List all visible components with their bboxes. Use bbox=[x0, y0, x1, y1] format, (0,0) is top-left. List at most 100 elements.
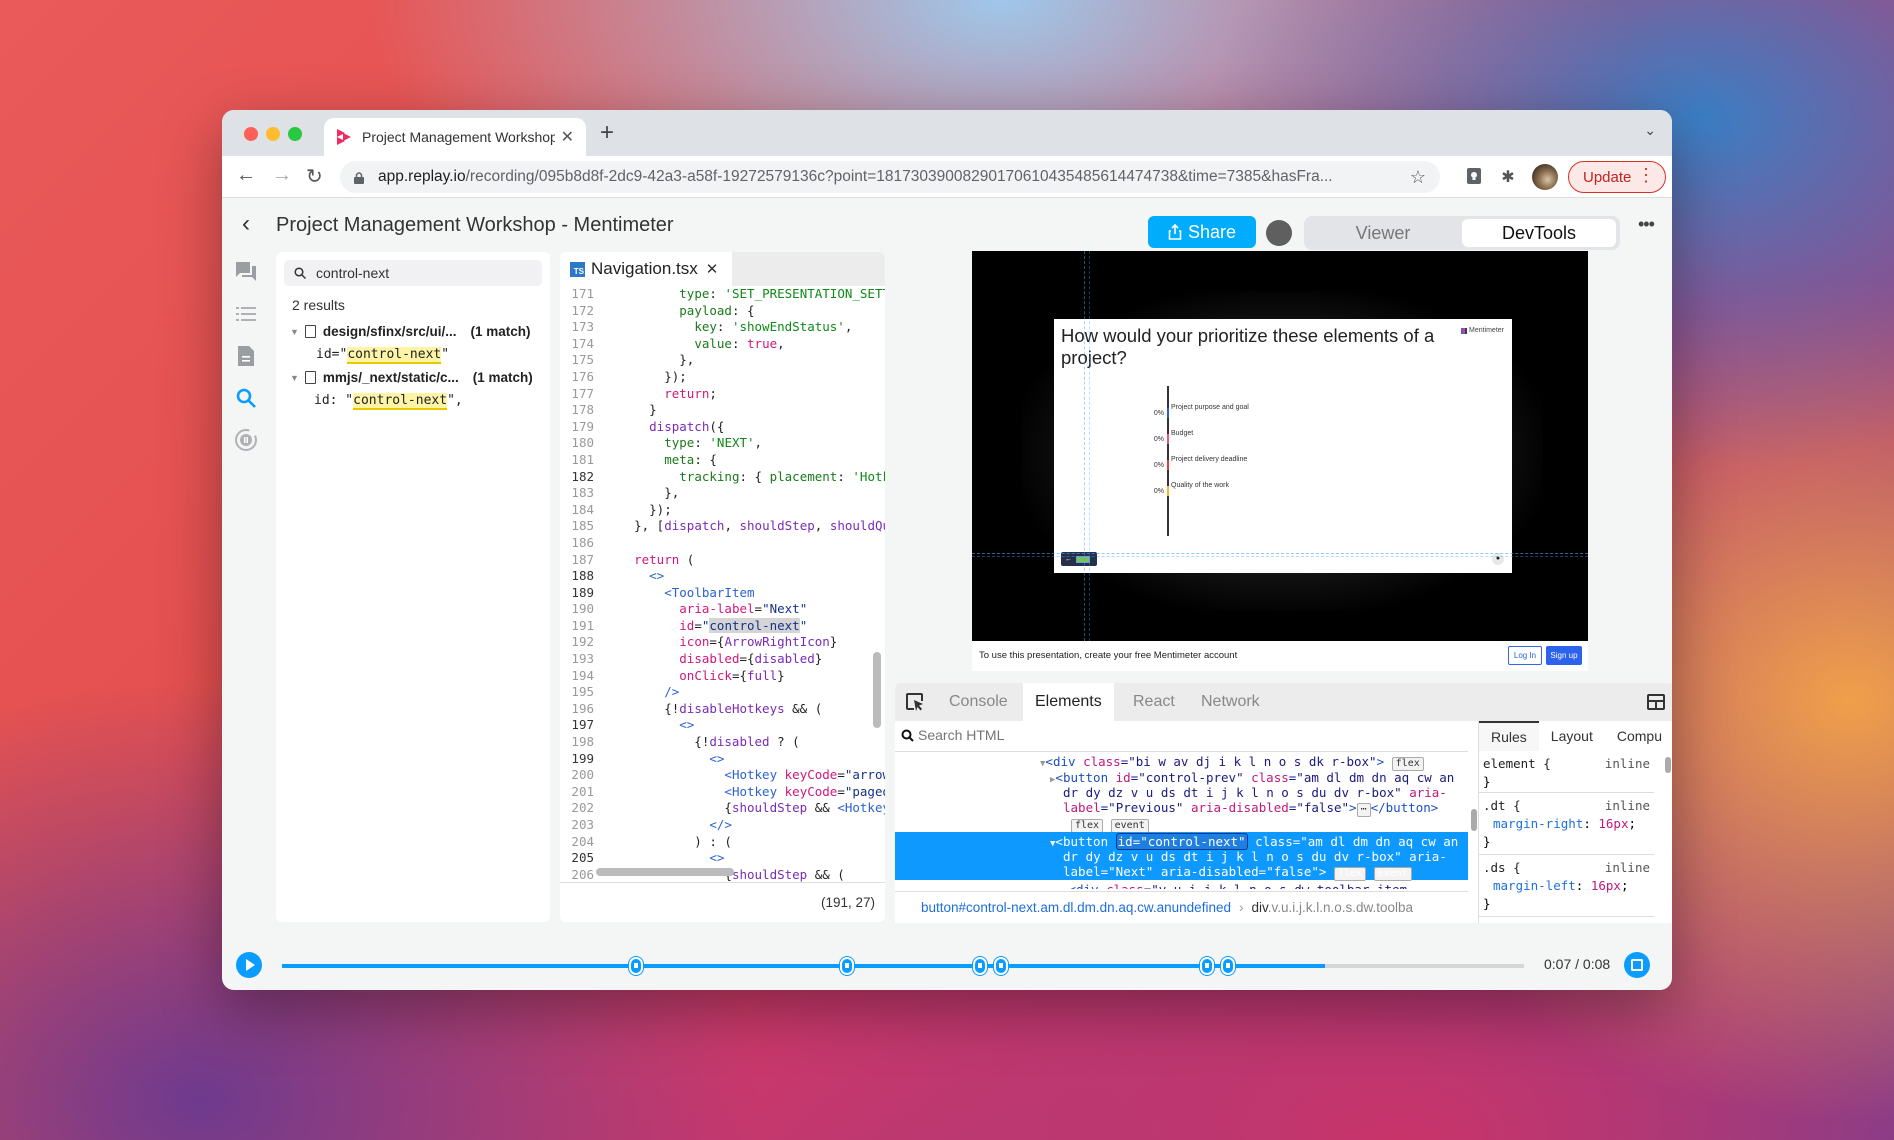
forward-arrow-icon[interactable]: → bbox=[272, 164, 292, 187]
tab-rules[interactable]: Rules bbox=[1479, 721, 1539, 751]
close-window-button[interactable] bbox=[244, 127, 258, 141]
events-list-icon[interactable] bbox=[234, 302, 260, 328]
code-line[interactable]: 174 value: true, bbox=[560, 336, 885, 353]
more-options-icon[interactable]: ••• bbox=[1638, 214, 1655, 235]
expand-triangle-icon[interactable]: ▼ bbox=[290, 327, 299, 337]
new-tab-button[interactable]: + bbox=[600, 119, 614, 147]
selected-dom-node[interactable]: ▼<button id="control-next" class="am dl … bbox=[895, 832, 1468, 881]
code-line[interactable]: 173 key: 'showEndStatus', bbox=[560, 319, 885, 336]
code-line[interactable]: 201 <Hotkey keyCode="pagedow bbox=[560, 784, 885, 801]
browser-tab[interactable]: Project Management Workshop - Mentimeter… bbox=[324, 118, 586, 156]
code-line[interactable]: 189 <ToolbarItem bbox=[560, 585, 885, 602]
code-line[interactable]: 188 <> bbox=[560, 568, 885, 585]
expand-triangle-icon[interactable]: ▼ bbox=[290, 373, 299, 383]
editor-tab[interactable]: TS Navigation.tsx ✕ bbox=[560, 252, 732, 286]
code-line[interactable]: 204 ) : ( bbox=[560, 834, 885, 851]
code-line[interactable]: 198 {!disabled ? ( bbox=[560, 734, 885, 751]
code-line[interactable]: 181 meta: { bbox=[560, 452, 885, 469]
code-line[interactable]: 200 <Hotkey keyCode="arrowri bbox=[560, 767, 885, 784]
user-avatar[interactable] bbox=[1266, 220, 1292, 246]
line-number[interactable]: 202 bbox=[566, 800, 594, 817]
extension-icon[interactable] bbox=[1464, 167, 1484, 187]
code-line[interactable]: 202 {shouldStep && <Hotkey k bbox=[560, 800, 885, 817]
devtools-mode-button[interactable]: DevTools bbox=[1462, 219, 1616, 247]
line-number[interactable]: 204 bbox=[566, 834, 594, 851]
line-number[interactable]: 181 bbox=[566, 452, 594, 469]
line-number[interactable]: 185 bbox=[566, 518, 594, 535]
result-file-item[interactable]: ▼ design/sfinx/src/ui/... (1 match) bbox=[290, 324, 530, 339]
line-number[interactable]: 197 bbox=[566, 717, 594, 734]
tab-search-chevron-icon[interactable]: ⌄ bbox=[1644, 122, 1656, 139]
line-number[interactable]: 182 bbox=[566, 469, 594, 486]
result-match-line[interactable]: id: "control-next", bbox=[314, 393, 463, 410]
line-number[interactable]: 179 bbox=[566, 419, 594, 436]
share-button[interactable]: Share bbox=[1148, 216, 1256, 248]
code-line[interactable]: 184 }); bbox=[560, 502, 885, 519]
line-number[interactable]: 188 bbox=[566, 568, 594, 585]
code-line[interactable]: 185 }, [dispatch, shouldStep, shouldQuiz bbox=[560, 518, 885, 535]
code-line[interactable]: 172 payload: { bbox=[560, 303, 885, 320]
line-number[interactable]: 199 bbox=[566, 751, 594, 768]
breadcrumb-item[interactable]: div.v.u.i.j.k.l.n.o.s.dw.toolba bbox=[1251, 900, 1413, 915]
line-number[interactable]: 178 bbox=[566, 402, 594, 419]
comment-marker[interactable] bbox=[1200, 957, 1215, 975]
comments-icon[interactable] bbox=[234, 260, 260, 286]
code-line[interactable]: 175 }, bbox=[560, 352, 885, 369]
code-line[interactable]: 171 type: 'SET_PRESENTATION_SETTIN bbox=[560, 286, 885, 303]
dom-tree[interactable]: ▼<div class="bi w av dj i k l n o s dk r… bbox=[895, 751, 1468, 889]
result-match-line[interactable]: id="control-next" bbox=[316, 347, 449, 364]
participant-icon[interactable]: ● bbox=[1492, 553, 1504, 565]
result-file-item[interactable]: ▼ mmjs/_next/static/c... (1 match) bbox=[290, 370, 533, 385]
comment-marker[interactable] bbox=[840, 957, 855, 975]
search-input[interactable] bbox=[316, 265, 516, 281]
line-number[interactable]: 190 bbox=[566, 601, 594, 618]
line-number[interactable]: 180 bbox=[566, 435, 594, 452]
code-line[interactable]: 190 aria-label="Next" bbox=[560, 601, 885, 618]
source-file-icon[interactable] bbox=[234, 344, 260, 370]
line-number[interactable]: 171 bbox=[566, 286, 594, 303]
comment-marker[interactable] bbox=[1221, 957, 1236, 975]
html-search-field[interactable] bbox=[901, 727, 1118, 743]
log-in-button[interactable]: Log In bbox=[1508, 646, 1542, 665]
code-line[interactable]: 194 onClick={full} bbox=[560, 668, 885, 685]
line-number[interactable]: 206 bbox=[566, 867, 594, 882]
line-number[interactable]: 183 bbox=[566, 485, 594, 502]
layout-toggle-icon[interactable] bbox=[1647, 694, 1665, 710]
line-number[interactable]: 193 bbox=[566, 651, 594, 668]
line-number[interactable]: 198 bbox=[566, 734, 594, 751]
code-line[interactable]: 199 <> bbox=[560, 751, 885, 768]
dom-node[interactable]: ▼<div class="v u i j k l n o s dw toolba… bbox=[1063, 882, 1415, 889]
line-number[interactable]: 184 bbox=[566, 502, 594, 519]
url-text[interactable]: app.replay.io/recording/095b8d8f-2dc9-42… bbox=[378, 168, 1400, 186]
line-number[interactable]: 205 bbox=[566, 850, 594, 867]
tab-react[interactable]: React bbox=[1121, 683, 1187, 721]
comment-marker[interactable] bbox=[994, 957, 1009, 975]
line-number[interactable]: 203 bbox=[566, 817, 594, 834]
code-line[interactable]: 191 id="control-next" bbox=[560, 617, 885, 635]
code-line[interactable]: 193 disabled={disabled} bbox=[560, 651, 885, 668]
play-button[interactable] bbox=[236, 952, 262, 978]
close-icon[interactable]: ✕ bbox=[706, 260, 719, 278]
back-arrow-icon[interactable]: ← bbox=[236, 164, 256, 187]
comment-marker[interactable] bbox=[973, 957, 987, 975]
timeline-track[interactable] bbox=[282, 957, 1524, 975]
comment-marker[interactable] bbox=[628, 957, 643, 975]
line-number[interactable]: 176 bbox=[566, 369, 594, 386]
code-line[interactable]: 182 tracking: { placement: 'Hotkey bbox=[560, 469, 885, 486]
code-line[interactable]: 197 <> bbox=[560, 717, 885, 734]
code-line[interactable]: 178 } bbox=[560, 402, 885, 419]
line-number[interactable]: 175 bbox=[566, 352, 594, 369]
element-picker-icon[interactable] bbox=[905, 692, 925, 712]
tab-console[interactable]: Console bbox=[937, 683, 1020, 721]
line-number[interactable]: 186 bbox=[566, 535, 594, 552]
line-number[interactable]: 189 bbox=[566, 585, 594, 602]
editor-horizontal-scrollbar[interactable] bbox=[596, 868, 734, 876]
tab-close-icon[interactable]: ✕ bbox=[561, 127, 574, 147]
profile-avatar[interactable] bbox=[1532, 164, 1558, 190]
maximize-window-button[interactable] bbox=[288, 127, 302, 141]
sign-up-button[interactable]: Sign up bbox=[1546, 646, 1582, 665]
fullscreen-button[interactable] bbox=[1624, 952, 1650, 978]
search-icon[interactable] bbox=[234, 386, 260, 412]
tab-elements[interactable]: Elements bbox=[1023, 683, 1114, 721]
tab-network[interactable]: Network bbox=[1189, 683, 1272, 721]
